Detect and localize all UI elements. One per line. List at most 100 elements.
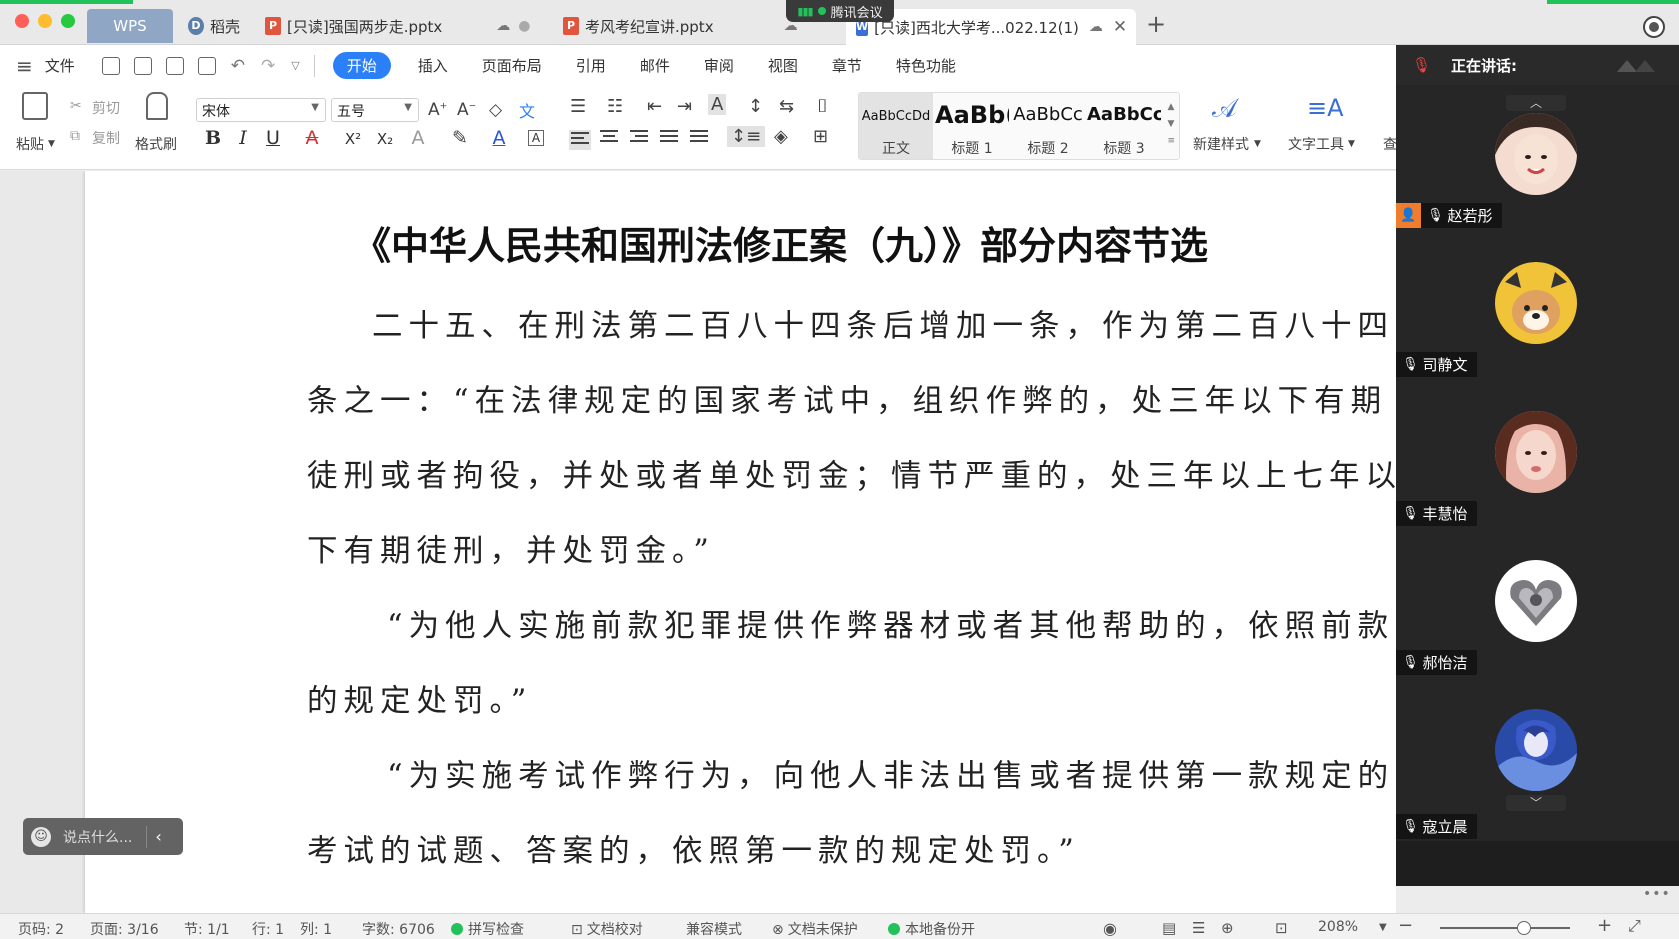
menu-view[interactable]: 视图 xyxy=(768,55,798,76)
more-options-icon[interactable]: ••• xyxy=(1643,886,1671,902)
undo-icon[interactable]: ↶ xyxy=(231,56,245,76)
print-preview-icon[interactable] xyxy=(197,56,216,75)
eye-protection-icon[interactable]: ◉ xyxy=(1103,919,1117,938)
paste-dropdown-icon[interactable]: ▼ xyxy=(48,139,55,149)
participant-tile[interactable]: ︿ 👤 🎙 赵若彤 xyxy=(1396,85,1679,240)
shading-icon[interactable]: ◈ xyxy=(774,126,788,147)
decrease-indent-icon[interactable]: ⇤ xyxy=(647,96,662,117)
underline-icon[interactable]: U xyxy=(261,127,285,149)
shrink-font-icon[interactable]: A− xyxy=(457,100,476,120)
menu-page-layout[interactable]: 页面布局 xyxy=(482,55,542,76)
tab-wps-home[interactable]: WPS xyxy=(87,9,173,43)
font-size-select[interactable]: 五号 ▼ xyxy=(331,98,419,122)
zoom-slider-track[interactable] xyxy=(1440,927,1570,929)
align-center-icon[interactable] xyxy=(600,130,618,146)
highlight-icon[interactable]: ✎ xyxy=(448,127,472,149)
save-icon[interactable] xyxy=(101,56,120,75)
print-icon[interactable] xyxy=(165,56,184,75)
doc-proof-button[interactable]: ⊡ 文档校对 xyxy=(571,919,643,939)
clear-format-icon[interactable]: ◇ xyxy=(489,100,502,120)
fullscreen-icon[interactable]: ⤢ xyxy=(1628,916,1641,936)
participant-tile[interactable]: ﹀ 🎙 寇立晨 xyxy=(1396,681,1679,841)
format-painter-icon[interactable] xyxy=(146,92,168,120)
document-page[interactable]: 《中华人民共和国刑法修正案（九）》部分内容节选 二十五、在刑法第二百八十四条后增… xyxy=(85,171,1396,913)
font-color-icon[interactable]: A xyxy=(487,127,511,149)
scroll-up-icon[interactable]: ︿ xyxy=(1506,95,1566,111)
menu-home[interactable]: 开始 xyxy=(332,52,391,79)
new-style-button[interactable]: 新建样式 xyxy=(1193,134,1249,154)
bullet-list-icon[interactable]: ☰ xyxy=(570,96,586,117)
window-minimize-button[interactable] xyxy=(38,14,52,28)
chevron-down-icon[interactable]: ▼ xyxy=(1348,139,1355,149)
copy-icon[interactable]: ⧉ xyxy=(70,128,80,144)
close-tab-icon[interactable]: ✕ xyxy=(1113,17,1127,37)
distributed-align-icon[interactable] xyxy=(690,130,708,146)
quick-access-dropdown-icon[interactable]: ▽ xyxy=(291,59,299,72)
emoji-icon[interactable]: ☺ xyxy=(31,826,51,847)
page-view-icon[interactable]: ▤ xyxy=(1162,919,1176,937)
account-avatar-icon[interactable] xyxy=(1643,16,1665,38)
new-style-icon[interactable]: 𝒜 xyxy=(1212,94,1237,125)
chinese-layout-icon[interactable]: A xyxy=(708,94,727,115)
status-word-count[interactable]: 字数: 6706 xyxy=(362,919,435,939)
web-view-icon[interactable]: ⊕ xyxy=(1221,919,1234,937)
numbered-list-icon[interactable]: ☷ xyxy=(607,96,623,117)
redo-icon[interactable]: ↷ xyxy=(261,56,275,76)
tab-daoke[interactable]: D 稻壳 xyxy=(178,9,250,43)
bold-icon[interactable]: B xyxy=(201,127,225,149)
paste-icon[interactable] xyxy=(22,92,48,120)
menu-special-features[interactable]: 特色功能 xyxy=(896,55,956,76)
style-heading-1[interactable]: AaBb( 标题 1 xyxy=(935,93,1009,159)
menu-chapter[interactable]: 章节 xyxy=(832,55,862,76)
align-right-icon[interactable] xyxy=(630,130,648,146)
local-backup-button[interactable]: 本地备份开 xyxy=(888,919,975,939)
text-tools-icon[interactable]: ≡A xyxy=(1307,94,1344,122)
export-pdf-icon[interactable] xyxy=(133,56,152,75)
meeting-chat-input[interactable]: ☺ 说点什么... ‹ xyxy=(23,818,183,855)
subscript-icon[interactable]: X₂ xyxy=(373,130,397,148)
fit-page-icon[interactable]: ⊡ xyxy=(1275,919,1288,937)
participant-tile[interactable]: 🎙 司静文 xyxy=(1396,234,1679,389)
doc-protect-button[interactable]: ⊗ 文档未保护 xyxy=(772,919,858,939)
status-page[interactable]: 页面: 3/16 xyxy=(90,919,159,939)
copy-button[interactable]: 复制 xyxy=(92,128,120,148)
scissors-icon[interactable]: ✂ xyxy=(70,98,82,114)
increase-indent-icon[interactable]: ⇥ xyxy=(677,96,692,117)
scroll-down-icon[interactable]: ﹀ xyxy=(1506,795,1566,811)
menu-references[interactable]: 引用 xyxy=(576,55,606,76)
window-zoom-button[interactable] xyxy=(61,14,75,28)
justify-icon[interactable] xyxy=(660,130,678,146)
zoom-slider-handle[interactable] xyxy=(1517,921,1531,935)
styles-scroll-icon[interactable]: ▲ ▼ ≡ xyxy=(1167,99,1175,150)
find-button[interactable]: 查 xyxy=(1383,134,1397,154)
zoom-out-icon[interactable]: − xyxy=(1398,915,1413,936)
meeting-badge[interactable]: ▮▮▮ 腾讯会议 xyxy=(786,0,894,22)
format-painter-button[interactable]: 格式刷 xyxy=(135,134,177,154)
spell-check-button[interactable]: 拼写检查 xyxy=(451,919,524,939)
collapse-chat-icon[interactable]: ‹ xyxy=(155,827,161,846)
text-tools-button[interactable]: 文字工具 xyxy=(1288,134,1344,154)
phonetic-guide-icon[interactable]: 文 xyxy=(519,98,535,122)
zoom-in-icon[interactable]: + xyxy=(1597,915,1612,936)
window-close-button[interactable] xyxy=(15,14,29,28)
mic-muted-icon[interactable]: 🎙 xyxy=(1412,56,1431,74)
italic-icon[interactable]: I xyxy=(231,127,255,149)
zoom-dropdown-icon[interactable]: ▼ xyxy=(1379,922,1387,933)
chevron-down-icon[interactable]: ▼ xyxy=(1254,139,1261,149)
participant-tile[interactable]: 🎙 丰慧怡 xyxy=(1396,383,1679,538)
line-spacing-icon[interactable]: ↕≡ xyxy=(727,126,766,147)
style-heading-2[interactable]: AaBbCc 标题 2 xyxy=(1011,93,1085,159)
font-name-select[interactable]: 宋体 ▼ xyxy=(196,98,326,122)
character-border-icon[interactable]: A xyxy=(528,130,544,146)
menu-file[interactable]: 文件 xyxy=(45,55,75,76)
superscript-icon[interactable]: X² xyxy=(341,130,365,148)
hamburger-menu-icon[interactable]: ≡ xyxy=(16,54,33,78)
style-heading-3[interactable]: AaBbCc 标题 3 xyxy=(1087,93,1161,159)
show-marks-icon[interactable]: ⌷ xyxy=(817,96,828,117)
tab-pptx-kaofeng[interactable]: P 考风考纪宣讲.pptx ☁ xyxy=(553,9,808,43)
align-left-icon[interactable] xyxy=(569,130,591,150)
menu-mailings[interactable]: 邮件 xyxy=(640,55,670,76)
outline-view-icon[interactable]: ☰ xyxy=(1192,919,1205,937)
zoom-level[interactable]: 208% xyxy=(1318,919,1358,935)
borders-icon[interactable]: ⊞ xyxy=(813,126,828,147)
